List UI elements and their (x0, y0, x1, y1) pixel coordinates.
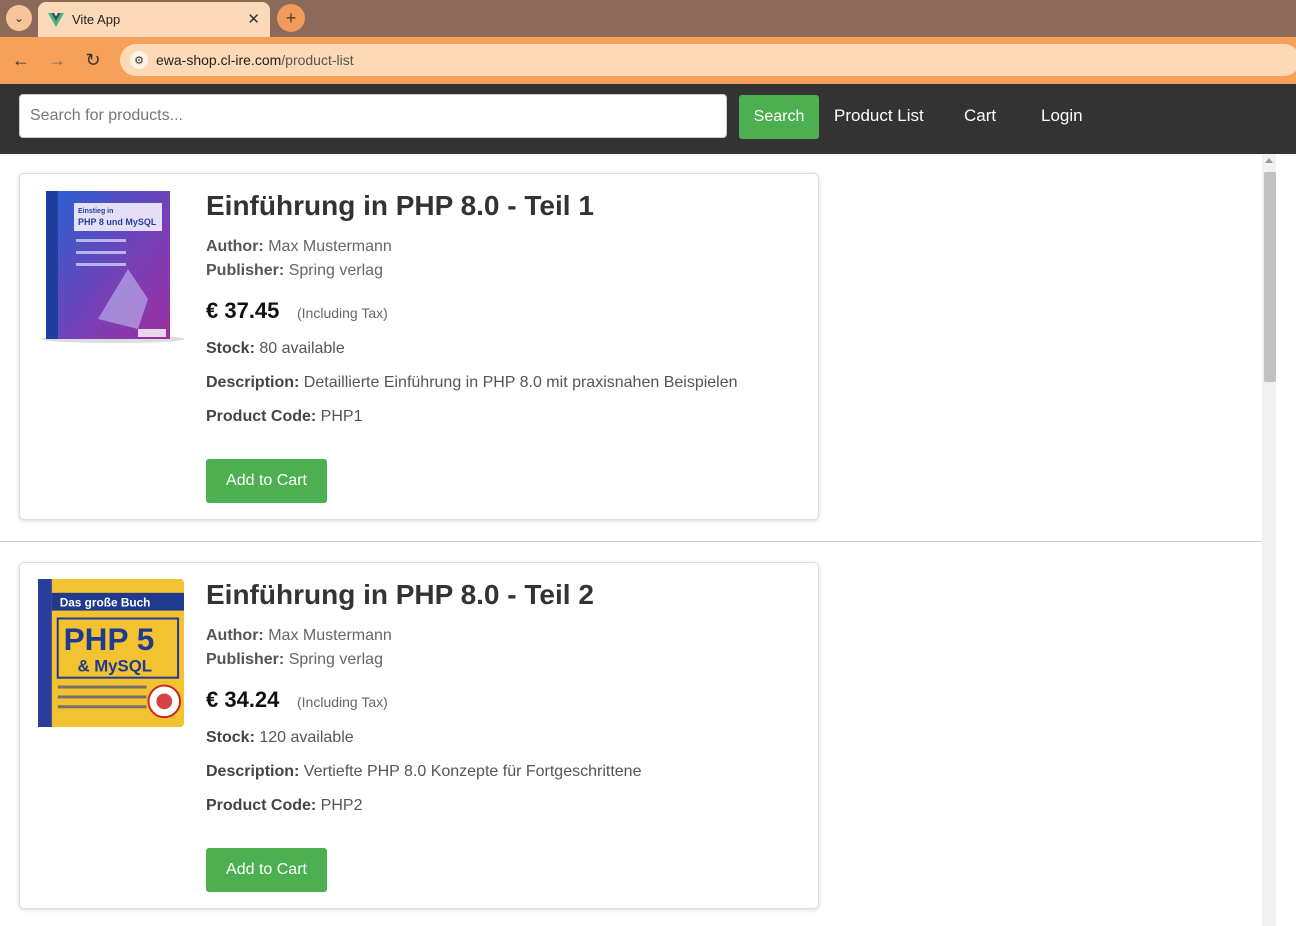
tab-search-button[interactable]: ⌄ (6, 5, 32, 31)
product-card: Das große Buch PHP 5 & MySQL Einführung … (19, 562, 819, 909)
product-list: Einstieg in PHP 8 und MySQL Einführung i… (0, 154, 1262, 926)
browser-tab-bar: ⌄ Vite App ✕ + (0, 0, 1296, 37)
forward-arrow-icon[interactable]: → (45, 50, 69, 71)
product-code-label: Product Code: (206, 797, 317, 814)
product-cover-image: Einstieg in PHP 8 und MySQL (41, 191, 184, 343)
site-info-icon[interactable]: ⚙ (130, 51, 148, 69)
tax-note: (Including Tax) (297, 305, 388, 321)
add-to-cart-button[interactable]: Add to Cart (206, 848, 327, 892)
tax-note: (Including Tax) (297, 694, 388, 710)
product-publisher: Spring verlag (288, 651, 383, 668)
back-arrow-icon[interactable]: ← (9, 50, 33, 71)
product-code: PHP2 (320, 797, 363, 814)
product-author: Max Mustermann (268, 238, 392, 255)
address-bar: ← → ↻ ⚙ ewa-shop.cl-ire.com/product-list (0, 37, 1296, 84)
search-input[interactable] (19, 94, 727, 138)
url-field[interactable]: ⚙ ewa-shop.cl-ire.com/product-list (120, 44, 1296, 76)
product-author: Max Mustermann (268, 627, 392, 644)
page-scrollbar[interactable] (1262, 154, 1276, 926)
close-icon[interactable]: ✕ (247, 10, 260, 28)
product-title: Einführung in PHP 8.0 - Teil 1 (206, 190, 594, 221)
product-code: PHP1 (320, 408, 363, 425)
product-stock: 80 available (259, 340, 345, 357)
cover-text-line3: & MySQL (77, 657, 152, 676)
stock-label: Stock: (206, 729, 255, 746)
vue-logo-icon (48, 12, 64, 27)
tab-title: Vite App (72, 12, 121, 27)
chevron-down-icon: ⌄ (13, 11, 25, 25)
description-label: Description: (206, 374, 300, 391)
site-navbar: Search Product List Cart Login (0, 84, 1296, 154)
publisher-label: Publisher: (206, 262, 285, 279)
url-path: /product-list (281, 52, 354, 68)
reload-icon[interactable]: ↻ (81, 50, 105, 71)
nav-link-cart[interactable]: Cart (964, 106, 996, 126)
nav-link-product-list[interactable]: Product List (834, 106, 924, 126)
product-description: Vertiefte PHP 8.0 Konzepte für Fortgesch… (303, 763, 642, 780)
publisher-label: Publisher: (206, 651, 285, 668)
new-tab-button[interactable]: + (277, 4, 305, 32)
cover-text-line2: PHP 5 (64, 621, 155, 657)
divider (0, 541, 1262, 542)
author-label: Author: (206, 238, 264, 255)
search-button[interactable]: Search (739, 95, 819, 139)
description-label: Description: (206, 763, 300, 780)
author-label: Author: (206, 627, 264, 644)
add-to-cart-button[interactable]: Add to Cart (206, 459, 327, 503)
cover-text-line2: PHP 8 und MySQL (78, 217, 157, 227)
cover-text-line1: Einstieg in (78, 208, 113, 215)
product-code-label: Product Code: (206, 408, 317, 425)
browser-tab[interactable]: Vite App ✕ (38, 2, 270, 37)
product-price: € 34.24 (206, 687, 280, 712)
scrollbar-thumb[interactable] (1264, 172, 1276, 382)
product-title: Einführung in PHP 8.0 - Teil 2 (206, 579, 594, 610)
nav-link-login[interactable]: Login (1041, 106, 1083, 126)
scroll-up-arrow-icon[interactable] (1265, 158, 1273, 163)
plus-icon: + (285, 7, 297, 28)
stock-label: Stock: (206, 340, 255, 357)
product-card: Einstieg in PHP 8 und MySQL Einführung i… (19, 173, 819, 520)
cover-text-line1: Das große Buch (60, 596, 151, 610)
product-cover-image: Das große Buch PHP 5 & MySQL (38, 579, 184, 727)
product-stock: 120 available (259, 729, 354, 746)
product-publisher: Spring verlag (288, 262, 383, 279)
product-description: Detaillierte Einführung in PHP 8.0 mit p… (303, 374, 738, 391)
product-price: € 37.45 (206, 298, 280, 323)
url-host: ewa-shop.cl-ire.com (156, 52, 282, 68)
